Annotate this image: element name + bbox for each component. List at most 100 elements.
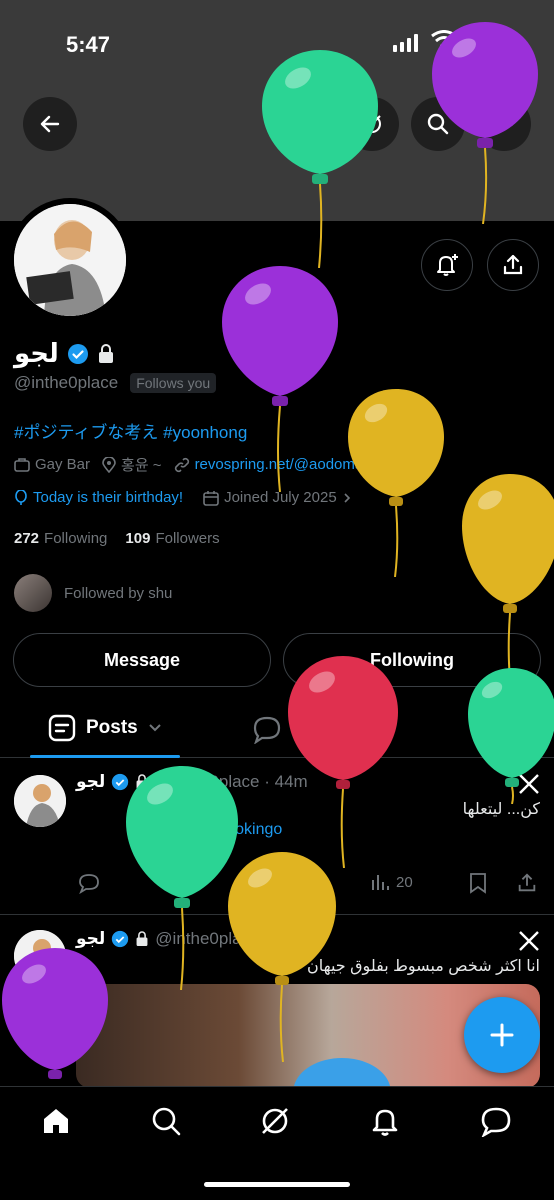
views-count: 20 — [396, 873, 413, 891]
home-indicator — [204, 1182, 350, 1187]
post-avatar[interactable] — [14, 930, 66, 982]
like-action[interactable] — [272, 872, 294, 894]
avatar-image — [14, 204, 126, 316]
tab-media-icon[interactable] — [480, 714, 510, 744]
lock-icon — [136, 774, 148, 789]
post-text: كن... ليتعلها — [462, 801, 540, 818]
wifi-icon — [431, 30, 457, 50]
tab-posts[interactable]: Posts — [48, 714, 162, 742]
following-label: Following — [44, 530, 108, 547]
followers-label: Followers — [155, 530, 220, 547]
handle-row: @inthe0place Follows you — [14, 373, 217, 393]
message-button[interactable]: Message — [13, 633, 271, 687]
post-author: لجو — [76, 772, 106, 791]
calendar-icon — [203, 490, 219, 506]
balloon-yellow — [348, 389, 444, 577]
views-action[interactable]: 20 — [370, 872, 413, 892]
joined-item: Joined July 2025 — [203, 489, 352, 506]
category-text: Gay Bar — [35, 456, 91, 473]
location-item: 홍윤 ~ — [102, 454, 162, 475]
name-row: لجو — [14, 338, 115, 369]
post-avatar[interactable] — [14, 775, 66, 827]
joined-text: Joined July 2025 — [224, 489, 337, 506]
post-actions: 20 — [76, 872, 546, 900]
verified-badge-icon — [112, 930, 129, 948]
back-button[interactable] — [23, 97, 77, 151]
posts-icon — [48, 714, 76, 742]
post-text: انا اكثر شخص مبسوط بفلوق جيهان — [306, 958, 540, 975]
following-count-link[interactable]: 272 Following — [14, 530, 107, 547]
battery-icon: 59 — [465, 31, 505, 53]
profile-handle: @inthe0place — [14, 373, 119, 392]
grok-button[interactable] — [345, 97, 399, 151]
arrow-left-icon — [40, 115, 60, 133]
x-logo-icon — [519, 931, 539, 951]
share-profile-button[interactable] — [487, 239, 539, 291]
followers-count-link[interactable]: 109 Followers — [125, 530, 219, 547]
follow-counts: 272 Following 109 Followers — [14, 530, 220, 547]
heart-icon — [273, 873, 293, 893]
search-icon[interactable] — [150, 1105, 182, 1137]
notify-button[interactable] — [421, 239, 473, 291]
post-handle-time: @inthe0place · 44m — [155, 772, 308, 791]
link-item[interactable]: revospring.net/@aodomachi — [174, 456, 383, 473]
home-icon[interactable] — [40, 1105, 72, 1137]
followed-by[interactable]: Followed by shu — [14, 574, 172, 612]
bell-plus-icon — [437, 254, 458, 276]
location-pin-icon — [102, 456, 116, 473]
active-tab-indicator — [30, 755, 180, 758]
post-handle-time: @inthe0place · 1h — [155, 929, 294, 948]
views-icon — [372, 875, 389, 890]
grok-icon — [363, 115, 381, 133]
reply-icon — [79, 874, 99, 894]
status-time: 5:47 — [66, 32, 111, 57]
following-count: 272 — [14, 530, 40, 547]
chevron-right-icon — [344, 492, 350, 503]
notifications-icon[interactable] — [369, 1105, 401, 1137]
followers-count: 109 — [125, 530, 151, 547]
profile-tabs: Posts — [0, 700, 554, 758]
followed-by-text: Followed by shu — [64, 584, 173, 602]
post-header: لجو @inthe0place · 44m — [76, 772, 308, 792]
x-logo-icon — [519, 774, 539, 794]
profile-bio[interactable]: #ポジティブな考え #yoonhong — [14, 418, 247, 443]
search-icon — [427, 113, 449, 135]
messages-icon[interactable] — [480, 1105, 512, 1137]
post-mention[interactable]: @seokingo — [202, 821, 282, 839]
profile-meta-2: Today is their birthday! Joined July 202… — [14, 489, 352, 506]
share-icon — [503, 254, 523, 275]
post-author: لجو — [76, 929, 106, 948]
tab-posts-label: Posts — [86, 717, 138, 738]
verified-badge-icon — [112, 773, 129, 791]
birthday-text: Today is their birthday! — [33, 489, 184, 506]
profile-avatar[interactable] — [14, 204, 126, 316]
plus-icon — [490, 1023, 514, 1047]
briefcase-icon — [14, 457, 30, 472]
tab-replies-icon[interactable] — [252, 714, 282, 744]
category-item: Gay Bar — [14, 456, 90, 473]
tab-reposts-icon[interactable] — [366, 714, 396, 744]
profile-link[interactable]: revospring.net/@aodomachi — [195, 456, 383, 473]
display-name: لجو — [14, 338, 59, 368]
grok-icon[interactable] — [259, 1105, 291, 1137]
battery-level: 59 — [477, 34, 493, 49]
profile-meta: Gay Bar 홍윤 ~ revospring.net/@aodomachi — [14, 454, 382, 475]
status-bar: 5:47 59 — [0, 20, 554, 64]
search-button[interactable] — [411, 97, 465, 151]
lock-icon — [136, 931, 148, 946]
birthday-item: Today is their birthday! — [14, 489, 183, 506]
lock-icon — [98, 343, 113, 363]
compose-button[interactable] — [464, 997, 540, 1073]
more-button[interactable] — [477, 97, 531, 151]
balloon-icon — [15, 489, 27, 505]
location-text: 홍윤 ~ — [121, 457, 162, 474]
link-icon — [174, 457, 189, 472]
more-icon — [495, 122, 513, 126]
bookmark-action[interactable] — [468, 872, 488, 894]
share-action[interactable] — [516, 872, 538, 894]
bookmark-icon — [470, 873, 486, 894]
signal-icon — [393, 34, 418, 52]
reply-action[interactable] — [78, 872, 100, 894]
follower-avatar — [14, 574, 52, 612]
following-button[interactable]: Following — [283, 633, 541, 687]
